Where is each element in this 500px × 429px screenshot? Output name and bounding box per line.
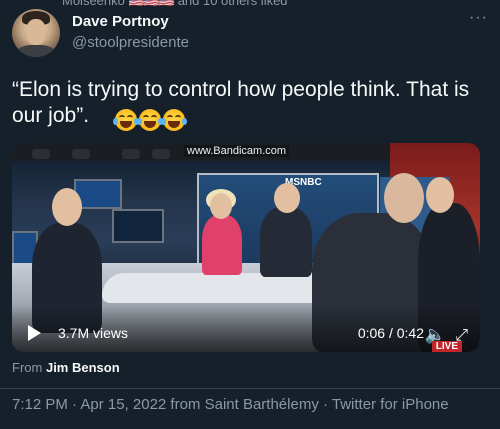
attribution-prefix: From	[12, 360, 43, 375]
laughing-crying-emojis	[112, 107, 187, 133]
panelist-head	[384, 173, 424, 223]
view-count: 3.7M views	[58, 325, 129, 341]
video-controls: 3.7M views 0:06 / 0:42 🔈 ⤢	[12, 306, 480, 352]
live-badge: LIVE	[431, 341, 462, 352]
panelist-head	[52, 188, 82, 226]
social-context[interactable]: Moiseenko 🇺🇸🇺🇸🇺🇸 and 10 others liked	[62, 0, 288, 9]
tweet-text: “Elon is trying to control how people th…	[12, 77, 482, 133]
play-icon[interactable]	[28, 325, 41, 341]
face-with-tears-of-joy-icon	[136, 109, 163, 132]
recording-watermark: www.Bandicam.com	[184, 145, 290, 157]
face-with-tears-of-joy-icon	[112, 109, 139, 132]
tweet-body: “Elon is trying to control how people th…	[12, 78, 470, 127]
social-context-suffix: and 10 others liked	[177, 0, 288, 8]
more-options-icon[interactable]: ···	[469, 9, 488, 27]
studio-monitor	[112, 209, 164, 243]
co-host-head	[274, 183, 300, 213]
divider	[0, 388, 500, 389]
flag-emojis: 🇺🇸🇺🇸🇺🇸	[128, 0, 176, 8]
host	[202, 215, 242, 275]
face-with-tears-of-joy-icon	[160, 109, 187, 132]
video-player[interactable]: MSNBC www.Bandicam.com 3.7M views 0:06 /…	[12, 143, 480, 352]
tweet-metadata[interactable]: 7:12 PM · Apr 15, 2022 from Saint Barthé…	[12, 396, 449, 413]
avatar[interactable]	[12, 9, 60, 57]
video-attribution: From Jim Benson	[12, 360, 120, 375]
author-handle[interactable]: @stoolpresidente	[72, 34, 189, 51]
playback-time: 0:06 / 0:42	[357, 325, 424, 341]
panelist-head	[426, 177, 454, 213]
author-name[interactable]: Dave Portnoy	[72, 13, 169, 30]
co-host	[260, 207, 312, 277]
attribution-source-link[interactable]: Jim Benson	[46, 360, 120, 375]
host-head	[210, 193, 232, 219]
tweet-header: Dave Portnoy @stoolpresidente ···	[12, 9, 488, 59]
social-context-user: Moiseenko	[62, 0, 125, 8]
